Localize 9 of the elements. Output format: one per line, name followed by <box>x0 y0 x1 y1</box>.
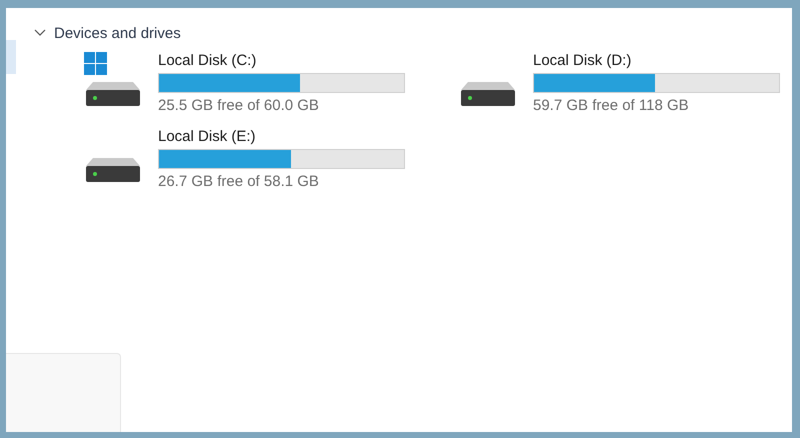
chevron-icon[interactable] <box>34 29 46 37</box>
drive-name[interactable]: Local Disk (D:) <box>533 52 780 69</box>
nav-highlight <box>6 40 16 74</box>
drive-name[interactable]: Local Disk (C:) <box>158 52 405 69</box>
free-space-text: 26.7 GB free of 58.1 GB <box>158 173 320 190</box>
free-space-text: 25.5 GB free of 60.0 GB <box>158 97 320 114</box>
free-space-text: 59.7 GB free of 118 GB <box>533 97 690 114</box>
section-title[interactable]: Devices and drives <box>54 24 181 42</box>
drive-name[interactable]: Local Disk (E:) <box>158 128 405 145</box>
